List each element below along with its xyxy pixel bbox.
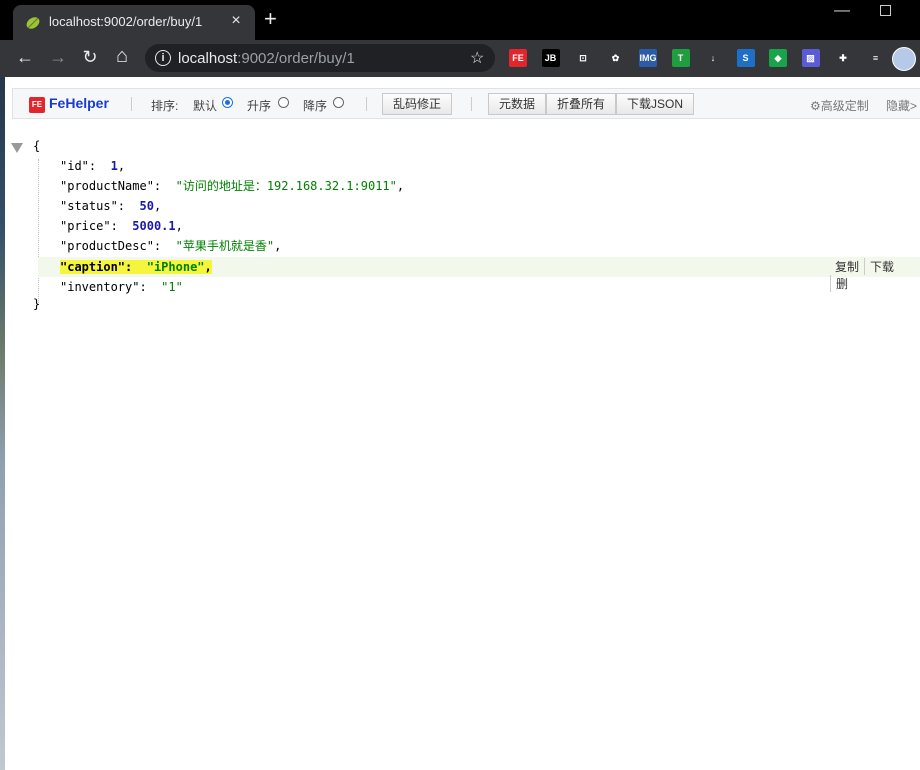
sort-desc-label: 降序 xyxy=(303,99,328,113)
advanced-settings-link[interactable]: ⚙高级定制 xyxy=(810,97,869,114)
url-text[interactable]: localhost:9002/order/buy/1 xyxy=(178,50,355,67)
sort-label: 排序: xyxy=(151,99,179,113)
fehelper-toolbar: FE FeHelper 排序: 默认 升序 降序 乱码修正 元数据 折叠所有 下… xyxy=(12,88,920,119)
browser-tab[interactable]: localhost:9002/order/buy/1 × xyxy=(13,5,255,40)
desktop-background-strip xyxy=(0,0,5,770)
puzzle-extension-icon[interactable]: ✚ xyxy=(834,49,852,67)
window-minimize-button[interactable]: — xyxy=(834,2,850,20)
jetbrains-extension-icon[interactable]: JB xyxy=(541,49,560,67)
json-close-brace: } xyxy=(33,297,41,311)
window-maximize-button[interactable] xyxy=(880,5,891,16)
sort-asc-label: 升序 xyxy=(247,99,272,113)
indent-guide xyxy=(38,159,39,303)
fix-encoding-button[interactable]: 乱码修正 xyxy=(382,93,453,115)
profile-avatar[interactable] xyxy=(892,47,916,71)
playlist-extension-icon[interactable]: ≡ xyxy=(866,49,885,67)
address-bar[interactable]: i localhost:9002/order/buy/1 ☆ xyxy=(145,44,495,72)
octopus-extension-icon[interactable]: ✿ xyxy=(606,49,625,67)
json-row-inventory[interactable]: "inventory": "1" xyxy=(60,278,183,296)
json-row-productname[interactable]: "productName": "访问的地址是：192.168.32.1:9011… xyxy=(60,177,404,195)
json-row-price[interactable]: "price": 5000.1, xyxy=(60,217,183,235)
delete-row-button[interactable]: 删 xyxy=(830,275,853,292)
screenshot-extension-icon[interactable]: ⊡ xyxy=(574,49,592,67)
bookmark-star-icon[interactable]: ☆ xyxy=(470,48,484,68)
s-extension-icon[interactable]: S xyxy=(736,49,755,67)
json-row-productdesc[interactable]: "productDesc": "苹果手机就是香", xyxy=(60,237,281,255)
collapse-triangle-icon[interactable] xyxy=(11,143,23,153)
sort-desc-radio[interactable] xyxy=(333,97,344,108)
tag-extension-icon[interactable]: ◆ xyxy=(769,49,787,67)
fehelper-logo-icon: FE xyxy=(29,97,45,113)
fehelper-extension-icon[interactable]: FE xyxy=(509,49,527,67)
download-extension-icon[interactable]: ↓ xyxy=(704,49,722,67)
divider xyxy=(471,97,472,111)
hide-toolbar-link[interactable]: 隐藏> xyxy=(886,97,917,114)
json-row-status[interactable]: "status": 50, xyxy=(60,197,161,215)
sort-default-radio[interactable] xyxy=(222,97,233,108)
new-tab-button[interactable]: + xyxy=(264,8,277,30)
browser-toolbar: ← → ↻ ⌂ i localhost:9002/order/buy/1 ☆ F… xyxy=(0,40,920,77)
download-json-button[interactable]: 下载JSON xyxy=(616,93,695,115)
divider xyxy=(131,97,132,111)
copy-row-button[interactable]: 复制 xyxy=(830,258,864,275)
tampermonkey-extension-icon[interactable]: T xyxy=(671,49,690,67)
json-row-id[interactable]: "id": 1, xyxy=(60,157,125,175)
json-row-caption[interactable]: "caption": "iPhone", xyxy=(60,258,212,276)
row-actions: 复制 下载删 xyxy=(830,258,920,292)
img-extension-icon[interactable]: IMG xyxy=(639,49,657,67)
json-open-brace: { xyxy=(33,139,41,153)
raw-data-button[interactable]: 元数据 xyxy=(488,93,547,115)
site-info-icon[interactable]: i xyxy=(155,50,171,66)
download-row-button[interactable]: 下载 xyxy=(864,258,899,275)
sort-asc-radio[interactable] xyxy=(278,97,289,108)
collapse-all-button[interactable]: 折叠所有 xyxy=(546,93,617,115)
divider xyxy=(366,97,367,111)
reload-button[interactable]: ↻ xyxy=(78,47,102,68)
stripes-extension-icon[interactable]: ▨ xyxy=(801,49,820,67)
forward-button[interactable]: → xyxy=(46,47,70,68)
browser-title-bar: localhost:9002/order/buy/1 × + — xyxy=(0,0,920,40)
fehelper-title[interactable]: FeHelper xyxy=(49,95,109,111)
sort-default-label: 默认 xyxy=(193,99,218,113)
tab-title: localhost:9002/order/buy/1 xyxy=(49,14,203,29)
back-button[interactable]: ← xyxy=(13,47,37,68)
tab-close-icon[interactable]: × xyxy=(227,12,245,30)
home-button[interactable]: ⌂ xyxy=(110,45,134,68)
spring-leaf-icon xyxy=(26,17,40,29)
